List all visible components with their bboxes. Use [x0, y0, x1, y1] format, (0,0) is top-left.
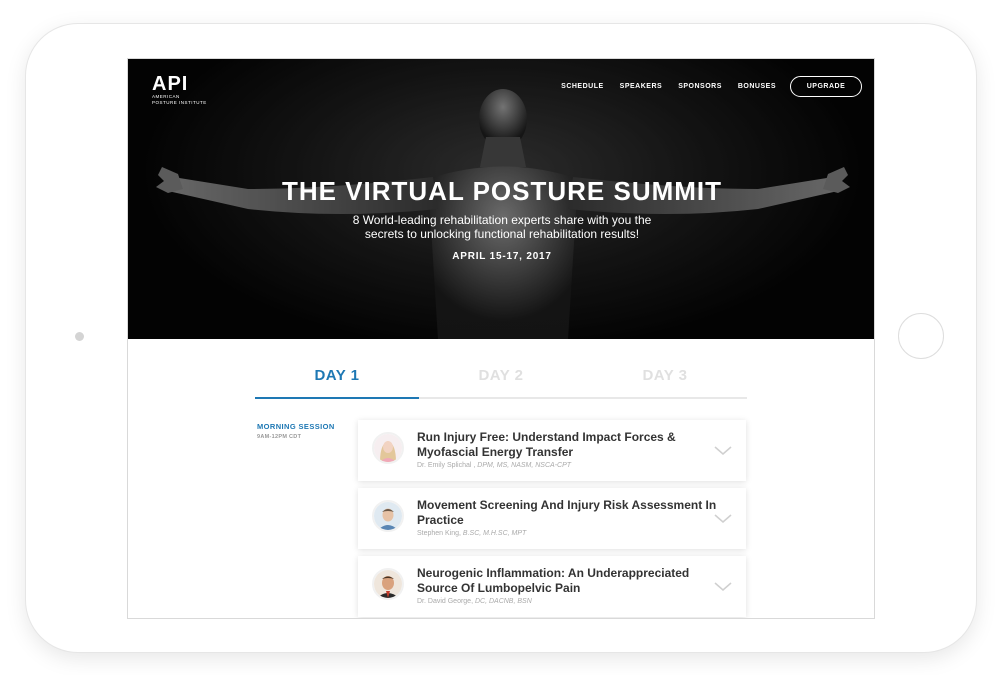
chevron-down-icon[interactable]	[714, 514, 732, 524]
talk-card[interactable]: Neurogenic Inflammation: An Underappreci…	[358, 556, 746, 617]
session-name: MORNING SESSION	[257, 422, 335, 431]
tab-day-2[interactable]: DAY 2	[419, 357, 583, 397]
hero-date: APRIL 15-17, 2017	[452, 251, 552, 262]
speaker-avatar	[372, 500, 404, 532]
speaker-avatar	[372, 432, 404, 464]
camera-dot	[75, 332, 84, 341]
speaker-name: Dr. David George,	[417, 598, 474, 605]
hero-banner: API AMERICAN POSTURE INSTITUTE SCHEDULE …	[128, 59, 874, 339]
home-button[interactable]	[898, 313, 944, 359]
speaker-avatar	[372, 568, 404, 600]
nav-schedule-link[interactable]: SCHEDULE	[561, 83, 604, 90]
screen: API AMERICAN POSTURE INSTITUTE SCHEDULE …	[127, 58, 875, 619]
talk-card[interactable]: Run Injury Free: Understand Impact Force…	[358, 420, 746, 481]
talk-speaker: Dr. David George, DC, DACNB, BSN	[417, 598, 532, 605]
speaker-credentials: DPM, MS, NASM, NSCA-CPT	[475, 462, 572, 469]
chevron-down-icon[interactable]	[714, 446, 732, 456]
tab-day-1[interactable]: DAY 1	[255, 357, 419, 399]
hero-subtitle: 8 World-leading rehabilitation experts s…	[352, 213, 652, 241]
speaker-name: Stephen King,	[417, 530, 461, 537]
nav-sponsors-link[interactable]: SPONSORS	[678, 83, 722, 90]
talk-title: Neurogenic Inflammation: An Underappreci…	[417, 566, 690, 595]
speaker-credentials: DC, DACNB, BSN	[473, 598, 532, 605]
talk-title: Run Injury Free: Understand Impact Force…	[417, 430, 676, 459]
day-tabs: DAY 1 DAY 2 DAY 3	[255, 357, 747, 399]
logo[interactable]: API AMERICAN POSTURE INSTITUTE	[152, 73, 207, 105]
speaker-credentials: B.SC, M.H.SC, MPT	[460, 530, 527, 537]
logo-line-1: AMERICAN	[152, 94, 180, 99]
talk-list: Run Injury Free: Understand Impact Force…	[358, 420, 746, 618]
tab-day-3[interactable]: DAY 3	[583, 357, 747, 397]
speaker-name: Dr. Emily Splichal ,	[417, 462, 476, 469]
hero-title: THE VIRTUAL POSTURE SUMMIT	[281, 176, 723, 206]
top-nav: SCHEDULE SPEAKERS SPONSORS BONUSES UPGRA…	[545, 76, 862, 97]
talk-speaker: Stephen King, B.SC, M.H.SC, MPT	[417, 530, 526, 537]
logo-line-2: POSTURE INSTITUTE	[152, 100, 207, 105]
upgrade-button[interactable]: UPGRADE	[790, 76, 862, 97]
nav-speakers-link[interactable]: SPEAKERS	[620, 83, 663, 90]
talk-card[interactable]: Movement Screening And Injury Risk Asses…	[358, 488, 746, 549]
chevron-down-icon[interactable]	[714, 582, 732, 592]
logo-mark: API	[152, 73, 189, 95]
talk-speaker: Dr. Emily Splichal , DPM, MS, NASM, NSCA…	[417, 462, 571, 469]
session-label: MORNING SESSION 9AM-12PM CDT	[257, 422, 335, 440]
nav-bonuses-link[interactable]: BONUSES	[738, 83, 776, 90]
talk-title: Movement Screening And Injury Risk Asses…	[417, 498, 717, 527]
session-time: 9AM-12PM CDT	[257, 434, 302, 440]
